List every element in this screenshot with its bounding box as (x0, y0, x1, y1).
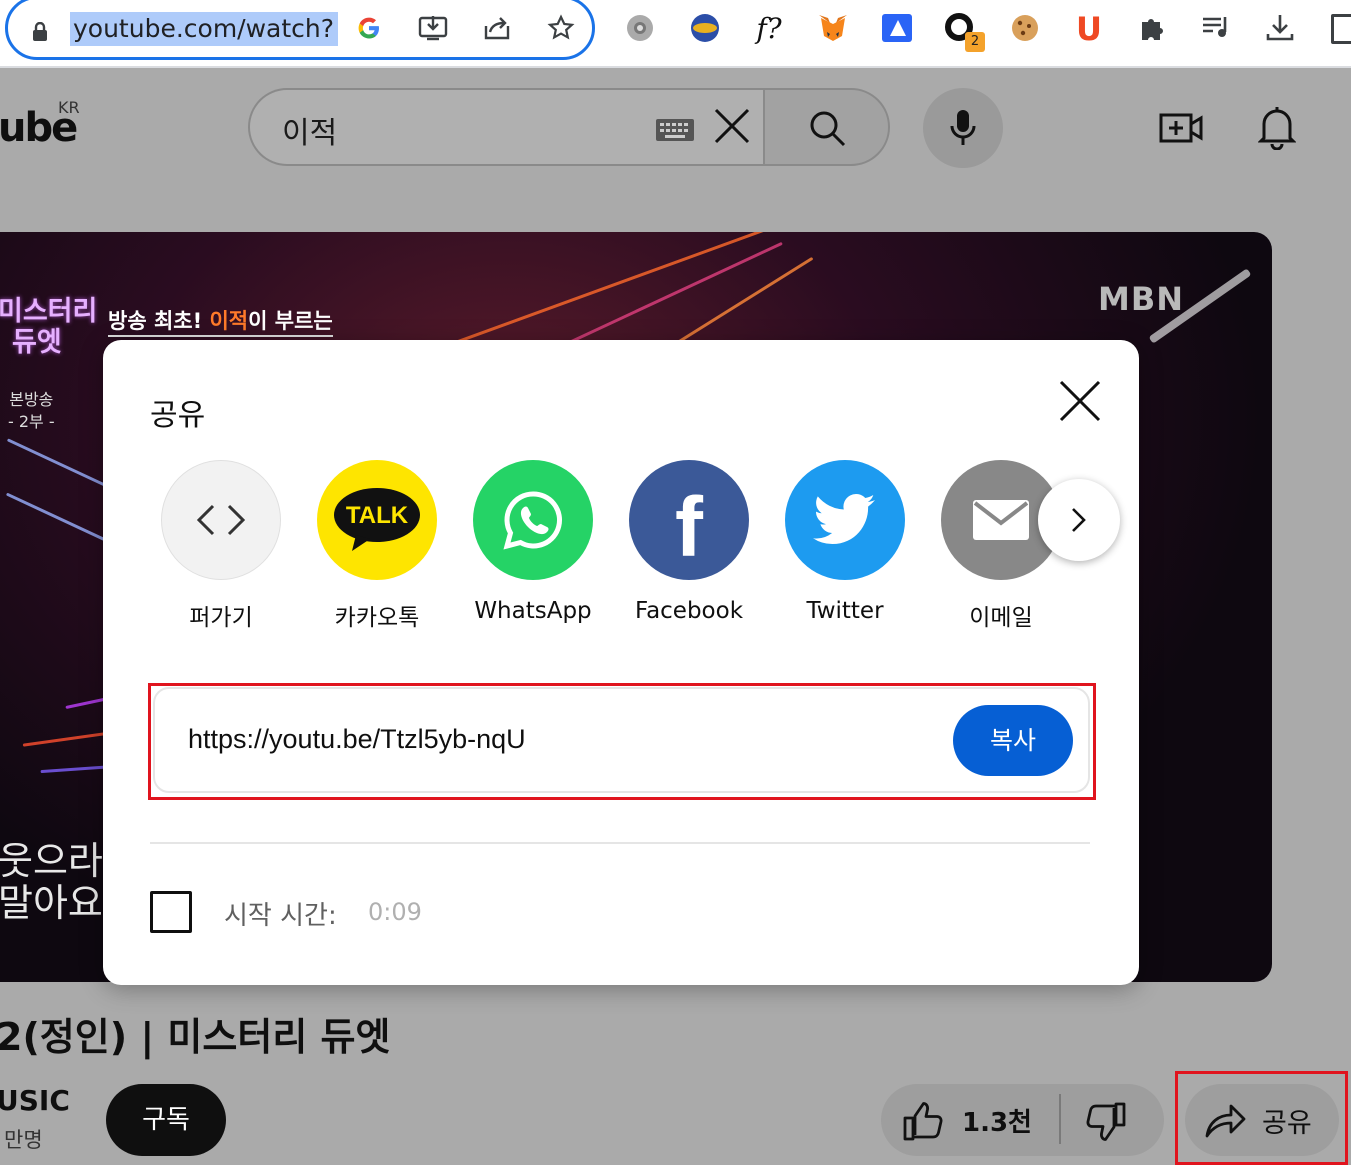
twitter-button[interactable] (785, 460, 905, 580)
share-target-label: 카카오톡 (334, 605, 420, 631)
logo-region-code: KR (58, 98, 80, 117)
search-query-text[interactable]: 이적 (282, 108, 337, 152)
start-time-checkbox[interactable] (150, 891, 192, 933)
thumbs-up-icon (903, 1102, 943, 1141)
like-button[interactable] (902, 1100, 944, 1146)
start-time-input[interactable]: 0:09 (368, 898, 422, 926)
metamask-icon[interactable] (816, 12, 850, 46)
show-logo: 미스터리 듀엣 (0, 296, 97, 358)
show-logo-line2: 듀엣 (12, 327, 62, 358)
media-queue-icon[interactable] (1199, 12, 1233, 46)
share-dialog (103, 340, 1139, 985)
broadcast-part-text: - 2부 - (8, 412, 55, 431)
dialog-title: 공유 (150, 398, 206, 433)
microphone-icon (950, 110, 976, 145)
share-target-label: Facebook (634, 598, 744, 624)
subscriber-count: 만명 (4, 1128, 43, 1152)
caption-highlight: 이적 (209, 309, 249, 333)
highlight-box-share-link (148, 683, 1096, 800)
dialog-divider (150, 842, 1090, 844)
google-lens-icon[interactable] (354, 14, 384, 44)
embed-button[interactable] (161, 460, 281, 580)
clear-search-icon[interactable] (712, 106, 752, 154)
thumbs-down-icon (1086, 1102, 1126, 1141)
lock-icon[interactable] (32, 21, 48, 47)
whatsapp-button[interactable] (473, 460, 593, 580)
extension-globe-icon[interactable] (688, 12, 722, 46)
lyrics-line: 말아요 (0, 881, 103, 925)
channel-name[interactable]: USIC (0, 1084, 70, 1117)
create-video-icon[interactable] (1158, 108, 1204, 152)
like-divider (1059, 1094, 1061, 1144)
like-count[interactable]: 1.3천 (962, 1102, 1032, 1139)
download-icon[interactable] (1263, 12, 1297, 46)
caption-prefix: 방송 최초! (108, 309, 210, 333)
side-panel-icon[interactable] (1331, 14, 1351, 44)
embed-icon (196, 504, 246, 536)
share-page-icon[interactable] (482, 14, 512, 44)
install-app-icon[interactable] (418, 14, 448, 44)
bookmark-extension-icon[interactable] (880, 12, 914, 46)
voice-search-button[interactable] (923, 88, 1003, 168)
share-target-label: WhatsApp (474, 598, 592, 624)
twitter-icon (813, 493, 875, 544)
lyrics-subtitle: 웃으라 말아요 (0, 840, 103, 924)
kakaotalk-icon: TALK (334, 488, 420, 551)
caption-suffix: 이 부르는 (248, 309, 333, 333)
font-identifier-icon[interactable]: f? (752, 12, 786, 46)
subscribe-button[interactable]: 구독 (106, 1084, 226, 1156)
kakaotalk-button[interactable]: TALK (317, 460, 437, 580)
lyrics-line: 웃으라 (0, 839, 103, 883)
broadcast-label: 본방송 - 2부 - (8, 389, 55, 433)
video-caption: 방송 최초! 이적이 부르는 (108, 305, 333, 337)
u-extension-icon[interactable]: U (1072, 12, 1106, 46)
kakaotalk-icon-text: TALK (346, 502, 409, 529)
close-icon[interactable] (1057, 378, 1103, 424)
chevron-right-icon (1072, 508, 1086, 532)
share-target-label: Twitter (806, 598, 884, 624)
share-target-label: 퍼가기 (189, 605, 253, 631)
search-button[interactable] (763, 88, 890, 166)
share-target-label: 이메일 (969, 605, 1033, 631)
show-logo-line1: 미스터리 (0, 296, 98, 327)
facebook-icon: f (675, 479, 703, 574)
whatsapp-icon (503, 491, 563, 550)
video-title: 2(정인) | 미스터리 듀엣 (0, 1015, 391, 1059)
url-text[interactable]: youtube.com/watch? (70, 12, 338, 46)
highlight-box-share-button (1175, 1071, 1348, 1165)
search-icon (810, 111, 846, 147)
facebook-button[interactable]: f (629, 460, 749, 580)
email-icon (973, 500, 1029, 540)
broadcast-label-text: 본방송 (9, 390, 54, 409)
dislike-button[interactable] (1085, 1101, 1127, 1147)
channel-watermark: MBN (1098, 280, 1185, 318)
bookmark-star-icon[interactable] (546, 14, 576, 44)
extensions-puzzle-icon[interactable] (1136, 12, 1170, 46)
notifications-bell-icon[interactable] (1257, 104, 1297, 154)
keyboard-icon[interactable] (656, 119, 694, 141)
start-time-label: 시작 시간: (224, 901, 337, 931)
next-targets-button[interactable] (1038, 479, 1120, 561)
settings-extension-icon[interactable] (623, 12, 657, 46)
extension-badge: 2 (965, 32, 985, 52)
cookie-icon[interactable] (1008, 12, 1042, 46)
